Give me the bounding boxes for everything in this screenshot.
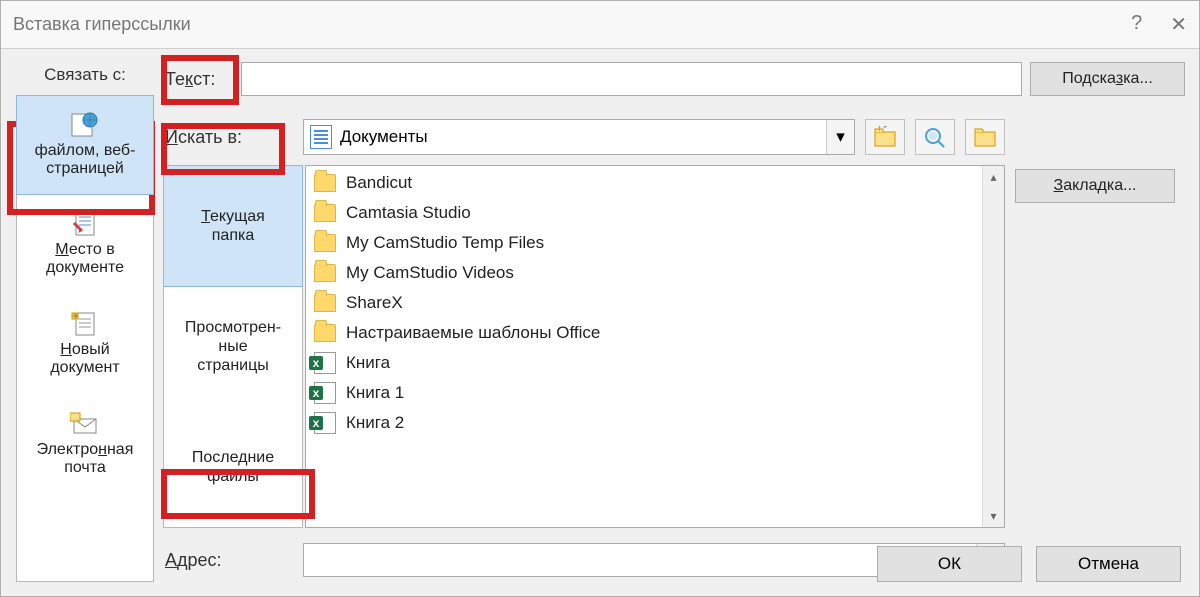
subnav-browsed-pages[interactable]: Просмотрен-ныестраницы xyxy=(164,286,302,406)
ok-button[interactable]: ОК xyxy=(877,546,1022,582)
excel-icon xyxy=(314,352,336,374)
scrollbar[interactable]: ▴ ▾ xyxy=(982,166,1004,527)
list-item[interactable]: Camtasia Studio xyxy=(306,198,982,228)
help-button[interactable]: ? xyxy=(1131,12,1142,37)
chevron-down-icon: ▾ xyxy=(826,120,854,154)
folder-icon xyxy=(314,234,336,252)
list-item[interactable]: My CamStudio Videos xyxy=(306,258,982,288)
dialog-footer: ОК Отмена xyxy=(877,546,1181,582)
file-name: Книга 2 xyxy=(346,413,404,433)
folder-icon xyxy=(314,204,336,222)
linkto-column: Связать с: файлом, веб- страницей Место … xyxy=(15,59,155,582)
file-name: Настраиваемые шаблоны Office xyxy=(346,323,600,343)
file-name: Camtasia Studio xyxy=(346,203,471,223)
excel-icon xyxy=(314,382,336,404)
folder-up-icon: ↑ xyxy=(873,126,897,148)
address-label: Адрес: xyxy=(165,550,293,571)
linkto-buttons: файлом, веб- страницей Место в документе… xyxy=(16,95,154,582)
text-label: Текст: xyxy=(163,69,233,90)
list-item[interactable]: Настраиваемые шаблоны Office xyxy=(306,318,982,348)
file-name: Книга xyxy=(346,353,390,373)
list-item[interactable]: Книга 2 xyxy=(306,408,982,438)
file-name: ShareX xyxy=(346,293,403,313)
titlebar-buttons: ? ✕ xyxy=(1131,12,1187,37)
new-doc-icon: ✱ xyxy=(70,311,100,337)
up-one-level-button[interactable]: ↑ xyxy=(865,119,905,155)
file-name: My CamStudio Videos xyxy=(346,263,514,283)
filelist-wrap: Bandicut Camtasia Studio My CamStudio Temp… xyxy=(305,165,1005,528)
text-input[interactable] xyxy=(241,62,1022,96)
main-column: Текст: Подсказка... Искать в: Документы … xyxy=(163,59,1185,582)
list-item[interactable]: My CamStudio Temp Files xyxy=(306,228,982,258)
folder-icon xyxy=(314,294,336,312)
browse-file-button[interactable] xyxy=(965,119,1005,155)
lookin-current: Документы xyxy=(340,127,428,147)
linkto-label: Связать с: xyxy=(44,65,126,85)
scroll-down-icon[interactable]: ▾ xyxy=(990,509,996,523)
file-name: Bandicut xyxy=(346,173,412,193)
lookin-label: Искать в: xyxy=(165,127,293,148)
screentip-button[interactable]: Подсказка... xyxy=(1030,62,1185,96)
lookin-row: Искать в: Документы ▾ ↑ xyxy=(163,115,1005,159)
file-web-icon xyxy=(70,112,100,138)
list-item[interactable]: Bandicut xyxy=(306,168,982,198)
documents-icon xyxy=(310,125,332,149)
browse-area: Текущаяпапка Просмотрен-ныестраницы Посл… xyxy=(163,165,1005,528)
list-item[interactable]: Книга xyxy=(306,348,982,378)
cancel-button[interactable]: Отмена xyxy=(1036,546,1181,582)
list-item[interactable]: Книга 1 xyxy=(306,378,982,408)
subnav-current-folder[interactable]: Текущаяпапка xyxy=(163,165,303,287)
close-button[interactable]: ✕ xyxy=(1170,12,1187,37)
svg-text:↑: ↑ xyxy=(877,126,882,133)
titlebar: Вставка гиперссылки ? ✕ xyxy=(1,1,1199,49)
folder-open-icon xyxy=(973,126,997,148)
folder-icon xyxy=(314,264,336,282)
subnav-recent-files[interactable]: Последниефайлы xyxy=(164,407,302,527)
scroll-up-icon[interactable]: ▴ xyxy=(990,170,996,184)
linkto-place-in-doc[interactable]: Место в документе xyxy=(17,194,153,294)
svg-text:✱: ✱ xyxy=(73,313,78,320)
file-name: Книга 1 xyxy=(346,383,404,403)
subnav: Текущаяпапка Просмотрен-ныестраницы Посл… xyxy=(163,165,303,528)
bookmark-button[interactable]: Закладка... xyxy=(1015,169,1175,203)
browse-web-button[interactable] xyxy=(915,119,955,155)
dialog-title: Вставка гиперссылки xyxy=(13,14,191,35)
file-name: My CamStudio Temp Files xyxy=(346,233,544,253)
folder-icon xyxy=(314,174,336,192)
place-in-doc-icon xyxy=(70,211,100,237)
filelist[interactable]: Bandicut Camtasia Studio My CamStudio Temp… xyxy=(306,166,982,527)
lookin-dropdown[interactable]: Документы ▾ xyxy=(303,119,855,155)
hyperlink-dialog: Вставка гиперссылки ? ✕ Связать с: файло… xyxy=(0,0,1200,597)
excel-icon xyxy=(314,412,336,434)
web-search-icon xyxy=(923,126,947,148)
linkto-new-doc[interactable]: ✱ Новый документ xyxy=(17,294,153,394)
folder-icon xyxy=(314,324,336,342)
list-item[interactable]: ShareX xyxy=(306,288,982,318)
email-icon xyxy=(70,411,100,437)
right-column: Закладка... xyxy=(1015,115,1185,582)
text-row: Текст: Подсказка... xyxy=(163,59,1185,99)
linkto-email[interactable]: Электронная почта xyxy=(17,394,153,494)
linkto-file-web[interactable]: файлом, веб- страницей xyxy=(16,95,154,195)
